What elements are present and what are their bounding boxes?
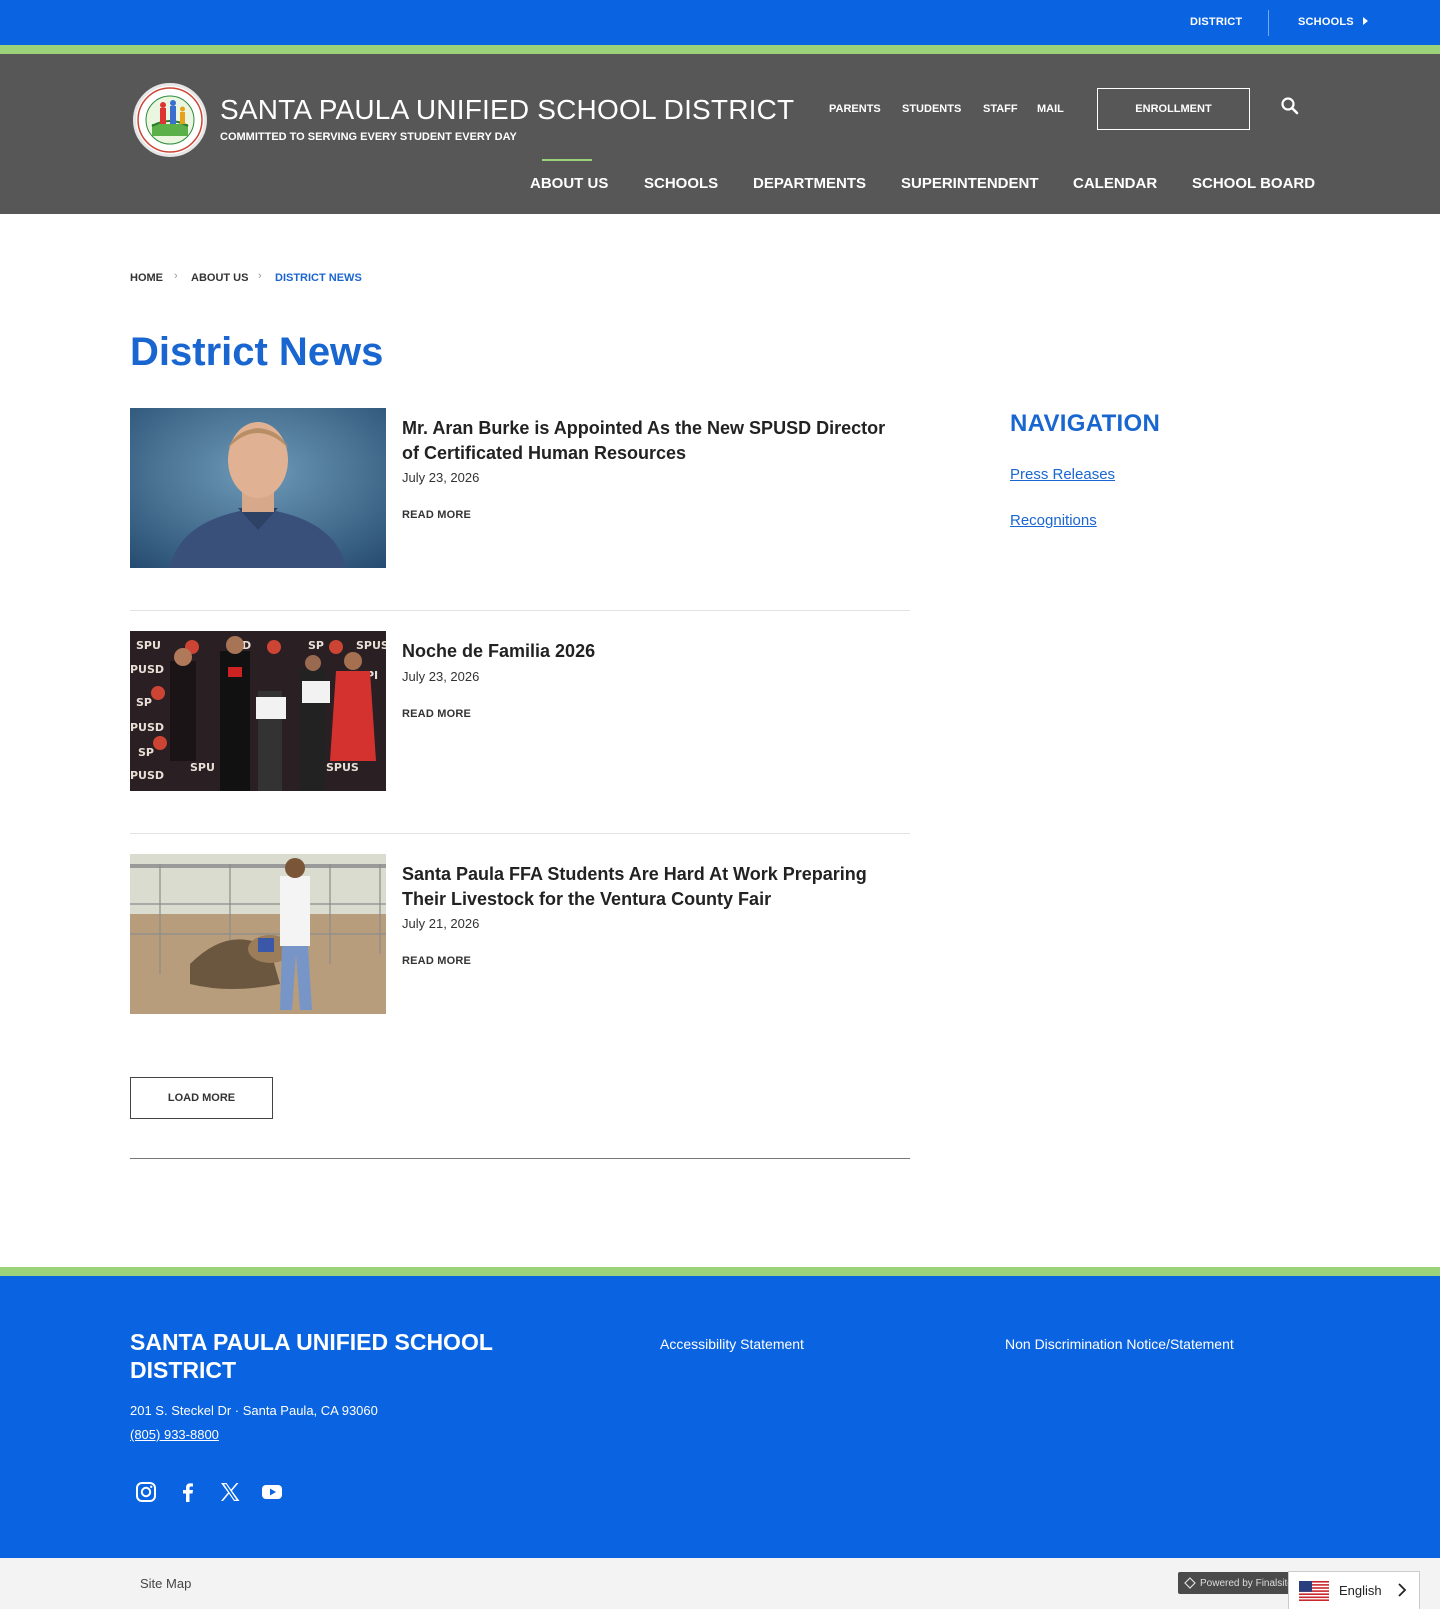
powered-by-label: Powered by Finalsite (1200, 1577, 1290, 1589)
svg-text:PUSD: PUSD (130, 663, 164, 676)
nav-calendar[interactable]: CALENDAR (1073, 175, 1157, 192)
quick-link-staff[interactable]: STAFF (983, 103, 1018, 115)
youtube-icon[interactable] (261, 1481, 283, 1503)
site-title[interactable]: SANTA PAULA UNIFIED SCHOOL DISTRICT (220, 94, 794, 126)
svg-text:SPU: SPU (190, 761, 215, 774)
language-selector[interactable]: English (1288, 1571, 1420, 1609)
svg-text:SP: SP (138, 746, 154, 759)
language-label: English (1339, 1583, 1382, 1598)
nav-schools[interactable]: SCHOOLS (644, 175, 718, 192)
utility-district-link[interactable]: DISTRICT (1190, 16, 1242, 28)
header-accent-strip (0, 45, 1440, 54)
page-title: District News (130, 330, 384, 374)
breadcrumb-home[interactable]: HOME (130, 272, 163, 284)
content-divider (130, 1158, 910, 1159)
svg-text:SPUS: SPUS (326, 761, 359, 774)
svg-text:PUSD: PUSD (130, 769, 164, 782)
news-headline[interactable]: Mr. Aran Burke is Appointed As the New S… (402, 416, 902, 466)
news-thumbnail-portrait[interactable] (130, 408, 386, 568)
caret-right-icon (1363, 17, 1369, 25)
site-map-link[interactable]: Site Map (140, 1576, 191, 1591)
district-seal-icon (137, 87, 203, 153)
quick-link-mail[interactable]: MAIL (1037, 103, 1064, 115)
chevron-right-icon: › (174, 270, 178, 282)
nav-active-indicator (542, 159, 592, 161)
quick-link-parents[interactable]: PARENTS (829, 103, 881, 115)
svg-text:SP: SP (308, 639, 324, 652)
svg-text:SP: SP (136, 696, 152, 709)
news-item: SPUISDSPSPUSD PUSDPI SPPUSD SPSPUSPUSPUS… (130, 631, 910, 791)
news-thumbnail-family[interactable]: SPUISDSPSPUSD PUSDPI SPPUSD SPSPUSPUSPUS… (130, 631, 386, 791)
instagram-icon[interactable] (135, 1481, 157, 1503)
footer-address: 201 S. Steckel Dr · Santa Paula, CA 9306… (130, 1403, 378, 1418)
read-more-link[interactable]: READ MORE (402, 955, 471, 967)
footer-link-non-discrimination[interactable]: Non Discrimination Notice/Statement (1005, 1336, 1234, 1352)
news-divider (130, 833, 910, 834)
chevron-right-icon (1398, 1583, 1407, 1597)
news-headline[interactable]: Santa Paula FFA Students Are Hard At Wor… (402, 862, 902, 912)
finalsite-logo-icon (1184, 1577, 1196, 1589)
facebook-icon[interactable] (177, 1481, 199, 1503)
news-headline[interactable]: Noche de Familia 2026 (402, 639, 902, 664)
news-date: July 21, 2026 (402, 916, 480, 931)
read-more-link[interactable]: READ MORE (402, 509, 471, 521)
svg-text:PUSD: PUSD (130, 721, 164, 734)
svg-text:SPUSD: SPUSD (356, 639, 386, 652)
news-divider (130, 610, 910, 611)
news-date: July 23, 2026 (402, 669, 480, 684)
sidebar-link-recognitions[interactable]: Recognitions (1010, 512, 1097, 529)
nav-school-board[interactable]: SCHOOL BOARD (1192, 175, 1315, 192)
news-item: Mr. Aran Burke is Appointed As the New S… (130, 408, 910, 568)
x-twitter-icon[interactable] (219, 1481, 241, 1503)
utility-divider (1268, 10, 1269, 36)
utility-schools-link[interactable]: SCHOOLS (1298, 16, 1369, 28)
footer-link-accessibility[interactable]: Accessibility Statement (660, 1336, 804, 1352)
footer-title: SANTA PAULA UNIFIED SCHOOL DISTRICT (130, 1329, 493, 1383)
breadcrumb-district-news[interactable]: DISTRICT NEWS (275, 272, 362, 284)
breadcrumb-about-us[interactable]: ABOUT US (191, 272, 248, 284)
svg-text:SPU: SPU (136, 639, 161, 652)
search-icon[interactable] (1280, 96, 1300, 116)
read-more-link[interactable]: READ MORE (402, 708, 471, 720)
powered-by-badge[interactable]: Powered by Finalsite (1178, 1572, 1290, 1594)
us-flag-icon (1299, 1580, 1329, 1601)
news-date: July 23, 2026 (402, 470, 480, 485)
footer-accent-strip (0, 1267, 1440, 1276)
district-logo[interactable] (133, 83, 207, 157)
sidebar-title: NAVIGATION (1010, 410, 1161, 437)
nav-departments[interactable]: DEPARTMENTS (753, 175, 866, 192)
news-thumbnail-livestock[interactable] (130, 854, 386, 1014)
nav-superintendent[interactable]: SUPERINTENDENT (901, 175, 1039, 192)
utility-schools-label: SCHOOLS (1298, 16, 1354, 28)
load-more-button[interactable]: LOAD MORE (130, 1077, 273, 1119)
enrollment-button[interactable]: ENROLLMENT (1097, 88, 1250, 130)
footer-phone-link[interactable]: (805) 933-8800 (130, 1427, 219, 1442)
nav-about-us[interactable]: ABOUT US (530, 175, 608, 192)
site-tagline: COMMITTED TO SERVING EVERY STUDENT EVERY… (220, 131, 517, 143)
quick-link-students[interactable]: STUDENTS (902, 103, 961, 115)
utility-bar: DISTRICT SCHOOLS (0, 0, 1440, 45)
news-item: Santa Paula FFA Students Are Hard At Wor… (130, 854, 910, 1014)
sidebar-link-press-releases[interactable]: Press Releases (1010, 466, 1115, 483)
chevron-right-icon: › (258, 270, 262, 282)
